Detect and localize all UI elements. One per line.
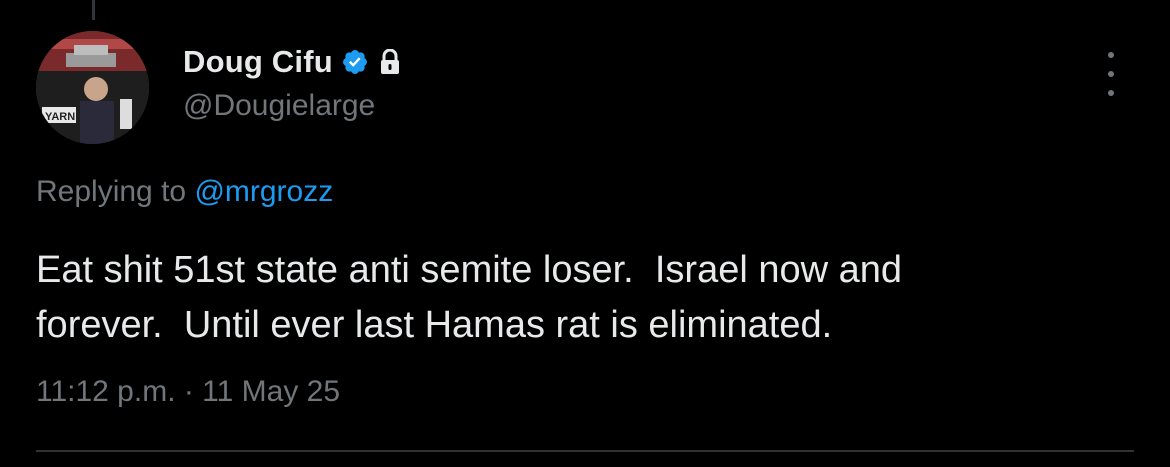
tweet-text: Eat shit 51st state anti semite loser. I… [36, 249, 903, 346]
replying-to-prefix: Replying to [36, 175, 195, 208]
verified-badge-icon [341, 48, 369, 76]
reply-mention-link[interactable]: @mrgrozz [194, 175, 333, 208]
more-dot [1108, 52, 1114, 58]
author-display-name[interactable]: Doug Cifu [183, 42, 333, 82]
divider [36, 450, 1134, 452]
tweet-timestamp[interactable]: 11:12 p.m. · 11 May 25 [36, 372, 340, 412]
thread-connector-line [92, 0, 95, 20]
lock-icon [379, 49, 401, 75]
avatar-sign-text: YARN [45, 111, 75, 123]
avatar[interactable]: YARN [36, 31, 149, 144]
author-handle[interactable]: @Dougielarge [183, 86, 375, 126]
author-name-row: Doug Cifu [183, 42, 401, 82]
replying-to: Replying to @mrgrozz [36, 172, 333, 212]
more-dot [1108, 71, 1114, 77]
more-dot [1108, 90, 1114, 96]
more-options-icon[interactable] [1100, 52, 1122, 96]
